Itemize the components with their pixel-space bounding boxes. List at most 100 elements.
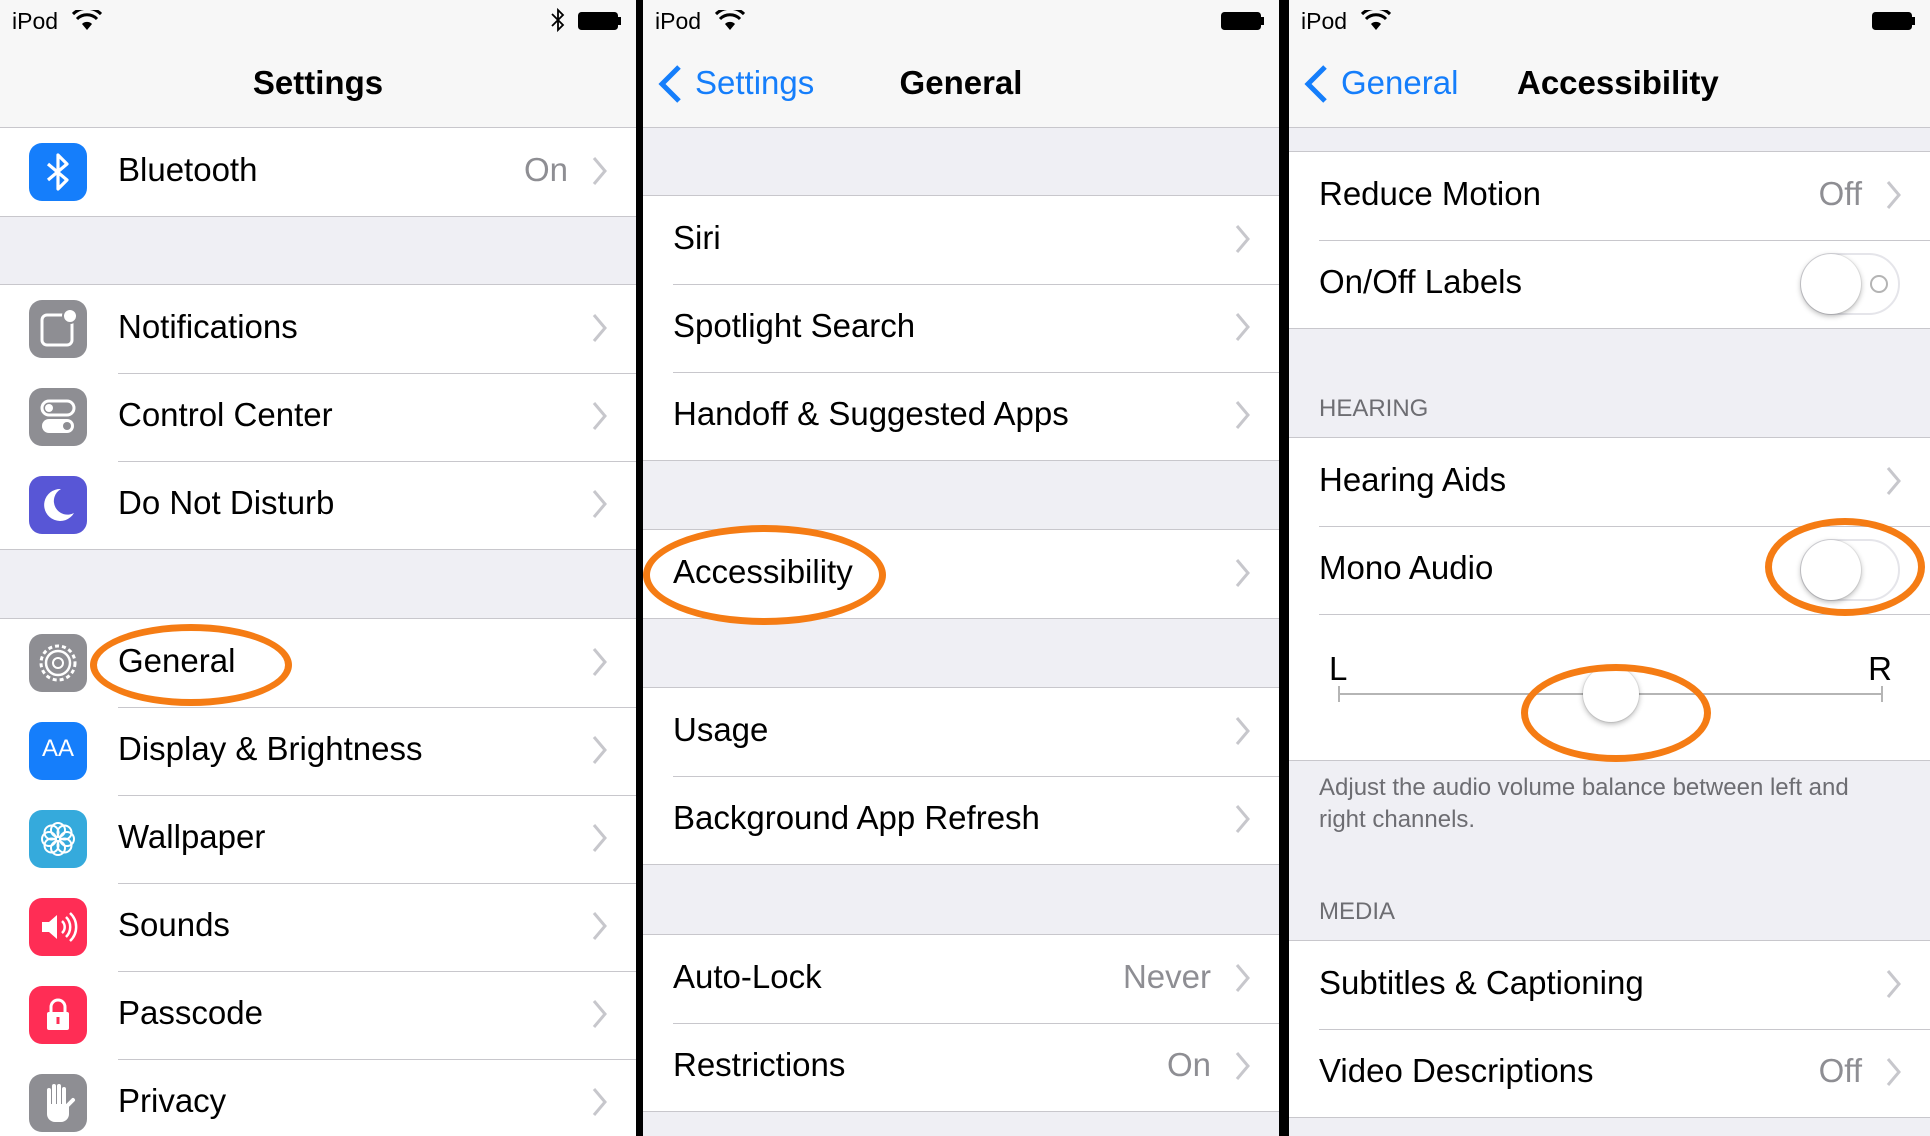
carrier-label: iPod	[12, 8, 59, 34]
carrier-label: iPod	[1301, 8, 1348, 34]
accessibility-row-subtitles[interactable]: Subtitles & Captioning	[1289, 941, 1930, 1029]
status-bar: iPod	[0, 0, 636, 40]
accessibility-row-video-descriptions[interactable]: Video Descriptions Off	[1289, 1029, 1930, 1117]
chevron-right-icon	[1235, 559, 1250, 587]
accessibility-row-hearing-aids[interactable]: Hearing Aids	[1289, 438, 1930, 526]
general-group-usage: Usage Background App Refresh	[643, 687, 1279, 865]
wifi-icon	[715, 10, 745, 30]
wifi-icon	[72, 10, 102, 30]
battery-icon	[1872, 12, 1915, 30]
row-label: Reduce Motion	[1319, 175, 1541, 212]
chevron-right-icon	[1886, 1058, 1901, 1086]
page-title: Settings	[252, 64, 384, 101]
settings-screen: iPod Settings Bluetooth On Notifications…	[0, 0, 636, 1136]
row-label: Auto-Lock	[673, 958, 822, 995]
status-bar: iPod	[643, 0, 1279, 40]
general-row-siri[interactable]: Siri	[643, 196, 1279, 284]
settings-row-privacy[interactable]: Privacy	[0, 1059, 636, 1136]
row-label: Video Descriptions	[1319, 1052, 1594, 1089]
settings-group-system: Notifications Control Center Do Not Dist…	[0, 284, 636, 550]
row-label: Control Center	[118, 396, 333, 433]
back-label: General	[1341, 64, 1459, 101]
back-button[interactable]: General	[1303, 60, 1473, 104]
chevron-right-icon	[592, 314, 607, 342]
general-group-search: Siri Spotlight Search Handoff & Suggeste…	[643, 195, 1279, 461]
row-label: On/Off Labels	[1319, 263, 1523, 300]
settings-row-display-brightness[interactable]: AA Display & Brightness	[0, 707, 636, 795]
row-label: Accessibility	[673, 553, 853, 590]
row-label: Wallpaper	[118, 818, 266, 855]
video-descriptions-value: Off	[1818, 1052, 1862, 1089]
reduce-motion-value: Off	[1818, 175, 1862, 212]
accessibility-group-hearing: Hearing Aids Mono Audio L R	[1289, 437, 1930, 761]
row-label: Display & Brightness	[118, 730, 423, 767]
row-label: Mono Audio	[1319, 549, 1494, 586]
accessibility-screen: iPod General Accessibility Reduce Motion…	[1289, 0, 1930, 1136]
balance-left-label: L	[1329, 650, 1348, 687]
general-row-usage[interactable]: Usage	[643, 688, 1279, 776]
settings-row-notifications[interactable]: Notifications	[0, 285, 636, 373]
settings-row-sounds[interactable]: Sounds	[0, 883, 636, 971]
battery-icon	[578, 12, 621, 30]
chevron-right-icon	[592, 1088, 607, 1116]
general-row-restrictions[interactable]: Restrictions On	[643, 1023, 1279, 1111]
hearing-section-header: HEARING	[1319, 395, 1429, 422]
row-label: Spotlight Search	[673, 307, 916, 344]
balance-description: Adjust the audio volume balance between …	[1319, 774, 1849, 833]
settings-row-general[interactable]: General	[0, 619, 636, 707]
settings-group-device: General AA Display & Brightness Wallpape…	[0, 618, 636, 1136]
row-label: Hearing Aids	[1319, 461, 1507, 498]
chevron-right-icon	[1235, 401, 1250, 429]
bluetooth-icon	[29, 143, 87, 201]
general-row-auto-lock[interactable]: Auto-Lock Never	[643, 935, 1279, 1023]
chevron-right-icon	[1886, 467, 1901, 495]
balance-slider-row: L R	[1289, 614, 1930, 760]
chevron-right-icon	[1235, 717, 1250, 745]
lock-icon	[29, 986, 87, 1044]
settings-row-bluetooth[interactable]: Bluetooth On	[0, 128, 636, 216]
off-label-ring	[1870, 275, 1888, 293]
toggle-knob	[1801, 540, 1861, 600]
row-label: Siri	[673, 219, 721, 256]
bluetooth-status-icon	[551, 7, 565, 33]
chevron-right-icon	[592, 736, 607, 764]
balance-slider-thumb[interactable]	[1582, 666, 1639, 722]
onoff-labels-toggle[interactable]	[1800, 253, 1900, 315]
accessibility-row-onoff-labels: On/Off Labels	[1289, 240, 1930, 328]
chevron-right-icon	[592, 648, 607, 676]
general-group-accessibility: Accessibility	[643, 529, 1279, 619]
nav-bar: Settings	[0, 40, 636, 128]
settings-row-passcode[interactable]: Passcode	[0, 971, 636, 1059]
row-label: Usage	[673, 711, 769, 748]
general-row-handoff[interactable]: Handoff & Suggested Apps	[643, 372, 1279, 460]
settings-row-control-center[interactable]: Control Center	[0, 373, 636, 461]
status-bar: iPod	[1289, 0, 1930, 40]
general-row-spotlight[interactable]: Spotlight Search	[643, 284, 1279, 372]
chevron-right-icon	[592, 912, 607, 940]
row-label: Handoff & Suggested Apps	[673, 395, 1069, 432]
media-section-header: MEDIA	[1319, 898, 1396, 925]
row-label: Sounds	[118, 906, 230, 943]
bluetooth-value: On	[523, 151, 568, 188]
control-center-icon	[29, 388, 87, 446]
settings-row-do-not-disturb[interactable]: Do Not Disturb	[0, 461, 636, 549]
accessibility-row-reduce-motion[interactable]: Reduce Motion Off	[1289, 152, 1930, 240]
row-label: Restrictions	[673, 1046, 846, 1083]
chevron-right-icon	[1235, 225, 1250, 253]
carrier-label: iPod	[655, 8, 702, 34]
row-label: Bluetooth	[118, 151, 258, 188]
settings-group-connectivity: Bluetooth On	[0, 127, 636, 217]
general-row-accessibility[interactable]: Accessibility	[643, 530, 1279, 618]
row-label: Do Not Disturb	[118, 484, 335, 521]
nav-bar: Settings General	[643, 40, 1279, 128]
row-label: Notifications	[118, 308, 298, 345]
row-label: General	[118, 642, 236, 679]
page-title: General	[899, 64, 1023, 101]
general-row-background-refresh[interactable]: Background App Refresh	[643, 776, 1279, 864]
mono-audio-toggle[interactable]	[1800, 539, 1900, 601]
accessibility-group-media: Subtitles & Captioning Video Description…	[1289, 940, 1930, 1118]
nav-bar: General Accessibility	[1289, 40, 1930, 128]
display-icon: AA	[29, 722, 87, 780]
settings-row-wallpaper[interactable]: Wallpaper	[0, 795, 636, 883]
notifications-icon	[29, 300, 87, 358]
